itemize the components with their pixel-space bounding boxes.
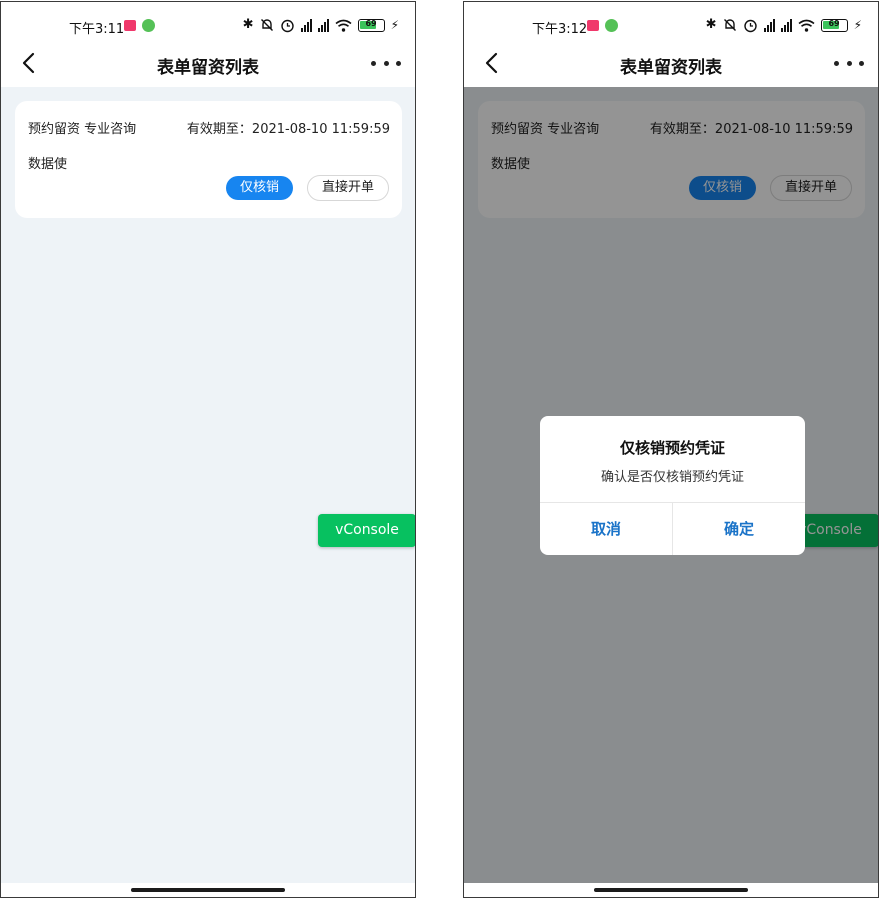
open-order-button[interactable]: 直接开单 <box>307 175 389 201</box>
status-icons: ✱ 69 ⚡ <box>243 16 399 34</box>
battery-level: 69 <box>365 18 377 28</box>
charging-icon: ⚡ <box>853 18 862 32</box>
lead-user: 数据使 <box>28 157 68 172</box>
alarm-icon <box>280 19 294 32</box>
status-icons: ✱ 69 ⚡ <box>706 16 862 34</box>
nav-bar: 表单留资列表 <box>1 42 415 86</box>
lead-name: 预约留资 专业咨询 <box>28 122 137 137</box>
lead-expire-date: 有效期至：2021-08-10 11:59:59 <box>186 122 390 137</box>
wifi-icon <box>335 19 352 32</box>
page-title: 表单留资列表 <box>157 58 259 78</box>
signal-2-icon <box>317 18 329 32</box>
app-notification-icon <box>124 20 136 31</box>
dialog-cancel-button[interactable]: 取消 <box>540 503 672 555</box>
page-content: 预约留资 专业咨询 有效期至：2021-08-10 11:59:59 数据使 仅… <box>1 87 415 883</box>
page-title: 表单留资列表 <box>620 58 722 78</box>
wechat-notification-icon <box>142 19 155 32</box>
bluetooth-icon: ✱ <box>242 17 254 32</box>
alarm-icon <box>743 19 757 32</box>
more-dots-icon[interactable] <box>834 53 864 73</box>
home-indicator[interactable] <box>594 888 748 892</box>
verify-only-button[interactable]: 仅核销 <box>226 176 293 200</box>
phone-screen-list: 下午3:11 ✱ 69 ⚡ 表单留资列表 预约留资 专业咨询 有效期至：2021… <box>0 1 416 898</box>
home-indicator-area <box>1 883 415 897</box>
battery-icon: 69 <box>357 18 385 32</box>
home-indicator[interactable] <box>131 888 285 892</box>
bell-muted-icon <box>260 19 273 31</box>
battery-level: 69 <box>828 18 840 28</box>
wifi-icon <box>798 19 815 32</box>
bluetooth-icon: ✱ <box>705 17 717 32</box>
dialog-message: 确认是否仅核销预约凭证 <box>600 470 744 485</box>
status-time: 下午3:11 <box>69 22 125 37</box>
more-dots-icon[interactable] <box>371 53 401 73</box>
signal-1-icon <box>300 18 312 32</box>
vconsole-button[interactable]: vConsole <box>318 514 415 547</box>
dialog-title: 仅核销预约凭证 <box>619 439 725 457</box>
wechat-notification-icon <box>605 19 618 32</box>
confirm-dialog: 仅核销预约凭证 确认是否仅核销预约凭证 取消 确定 <box>540 416 805 555</box>
lead-card: 预约留资 专业咨询 有效期至：2021-08-10 11:59:59 数据使 仅… <box>15 101 402 218</box>
phone-screen-dialog: 下午3:12 ✱ 69 ⚡ 表单留资列表 预约留资 专业咨询 有效期至：2021… <box>463 1 879 898</box>
signal-2-icon <box>780 18 792 32</box>
charging-icon: ⚡ <box>390 18 399 32</box>
signal-1-icon <box>763 18 775 32</box>
nav-bar: 表单留资列表 <box>464 42 878 86</box>
dialog-confirm-button[interactable]: 确定 <box>673 503 805 555</box>
battery-icon: 69 <box>820 18 848 32</box>
app-notification-icon <box>587 20 599 31</box>
status-time: 下午3:12 <box>532 22 588 37</box>
home-indicator-area <box>464 883 878 897</box>
bell-muted-icon <box>723 19 736 31</box>
